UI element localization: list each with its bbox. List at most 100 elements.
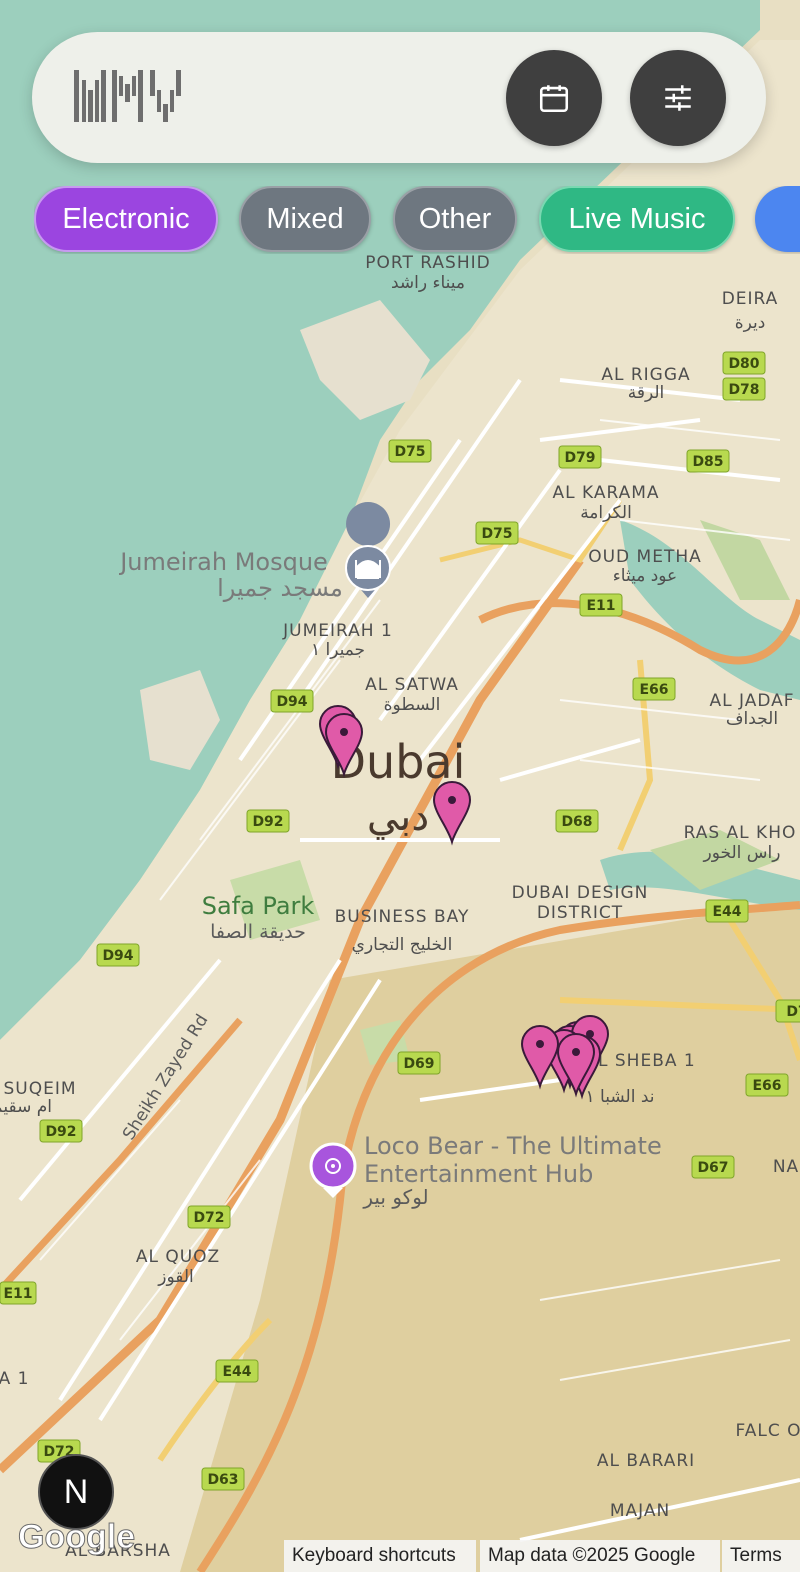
genre-filter-chips: Electronic Mixed Other Live Music (34, 186, 800, 254)
road-badge: D92 (39, 1119, 83, 1143)
area-label: DISTRICT (537, 903, 623, 923)
area-label: MAJAN (610, 1501, 670, 1521)
road-badge: D85 (686, 449, 730, 473)
road-badge: D92 (246, 809, 290, 833)
road-badge: D94 (270, 689, 314, 713)
event-pin-dot (536, 1040, 544, 1048)
road-badge: D68 (555, 809, 599, 833)
poi-label-ar: لوكو بير (362, 1185, 428, 1209)
svg-text:D92: D92 (45, 1124, 76, 1140)
road-badge: D63 (201, 1467, 245, 1491)
road-badge: D7 (775, 999, 800, 1023)
map-data-attribution: Map data ©2025 Google (480, 1540, 720, 1572)
top-bar (32, 32, 766, 163)
svg-text:D63: D63 (207, 1472, 238, 1488)
area-label-ar: القوز (157, 1267, 194, 1287)
svg-text:D75: D75 (394, 444, 425, 460)
terms-link[interactable]: Terms (722, 1540, 800, 1572)
area-label: JUMEIRAH 1 (282, 621, 393, 641)
svg-text:D75: D75 (481, 526, 512, 542)
area-label-ar: ام سقيم (0, 1097, 52, 1117)
road-badge: E44 (215, 1359, 259, 1383)
city-label-ar: دبي (367, 794, 429, 840)
area-label: AL KARAMA (552, 483, 659, 503)
road-badge: D69 (397, 1051, 441, 1075)
road-badge: E66 (745, 1073, 789, 1097)
svg-text:D94: D94 (102, 948, 133, 964)
area-label-ar: الخليج التجاري (352, 935, 453, 955)
calendar-icon (539, 85, 569, 113)
chip-mixed[interactable]: Mixed (239, 186, 371, 252)
svg-text:D67: D67 (697, 1160, 728, 1176)
area-label-ar: ند الشبا ١ (586, 1087, 655, 1107)
area-label: DUBAI DESIGN (512, 883, 649, 903)
road-badge: D75 (475, 521, 519, 545)
svg-text:D78: D78 (728, 382, 759, 398)
svg-text:E66: E66 (639, 682, 668, 698)
road-badge: D80 (722, 351, 766, 375)
svg-text:E11: E11 (3, 1286, 32, 1302)
event-pin-dot (572, 1048, 580, 1056)
area-label: A 1 (0, 1369, 29, 1389)
event-pin-dot (448, 796, 456, 804)
svg-text:E66: E66 (752, 1078, 781, 1094)
svg-text:E44: E44 (222, 1364, 251, 1380)
svg-text:D79: D79 (564, 450, 595, 466)
chip-other[interactable]: Other (393, 186, 517, 252)
road-badge: E66 (632, 677, 676, 701)
svg-text:D85: D85 (692, 454, 723, 470)
svg-text:E44: E44 (712, 904, 741, 920)
area-label: FALC OF W (736, 1421, 800, 1441)
area-label: RAS AL KHO (684, 823, 797, 843)
area-label: DEIRA (722, 289, 779, 309)
area-label-ar: السطوة (384, 695, 441, 715)
chip-live-music[interactable]: Live Music (539, 186, 735, 252)
area-label: SUQEIM (3, 1079, 76, 1099)
road-badge: D67 (691, 1155, 735, 1179)
area-label: AL RIGGA (601, 365, 690, 385)
svg-text:D92: D92 (252, 814, 283, 830)
svg-text:D80: D80 (728, 356, 759, 372)
area-label: PORT RASHID (365, 253, 490, 273)
poi-label-ar: حديقة الصفا (210, 921, 306, 943)
road-badge: D78 (722, 377, 766, 401)
svg-text:E11: E11 (586, 598, 615, 614)
area-label-ar: ديرة (735, 313, 766, 333)
svg-text:D7: D7 (786, 1004, 800, 1020)
area-label: AL JADAF (709, 691, 794, 711)
road-badge: E44 (705, 899, 749, 923)
area-label: OUD METHA (588, 547, 702, 567)
sliders-icon (665, 85, 691, 111)
app-logo (74, 70, 181, 122)
svg-text:D69: D69 (403, 1056, 434, 1072)
poi-label-ar: مسجد جميرا (217, 574, 343, 602)
poi-label[interactable]: Entertainment Hub (364, 1160, 593, 1188)
svg-text:D72: D72 (193, 1210, 224, 1226)
filter-button[interactable] (630, 50, 726, 146)
keyboard-shortcuts-link[interactable]: Keyboard shortcuts (284, 1540, 476, 1572)
area-label: AL BARARI (597, 1451, 695, 1471)
area-label-ar: عود ميثاء (613, 566, 677, 586)
poi-label[interactable]: Loco Bear - The Ultimate (364, 1132, 662, 1160)
area-label: AL SATWA (365, 675, 459, 695)
area-label-ar: راس الخور (703, 843, 781, 863)
road-badge: D94 (96, 943, 140, 967)
area-label: NA (773, 1157, 799, 1177)
svg-text:D94: D94 (276, 694, 307, 710)
area-label: AL QUOZ (136, 1247, 220, 1267)
area-label-ar: الجداف (726, 709, 778, 729)
road-badge: D72 (187, 1205, 231, 1229)
area-label-ar: ميناء راشد (391, 273, 465, 293)
poi-label[interactable]: Safa Park (202, 892, 315, 920)
svg-text:D68: D68 (561, 814, 592, 830)
chip-electronic[interactable]: Electronic (34, 186, 218, 252)
road-badge: E11 (579, 593, 623, 617)
poi-label[interactable]: Jumeirah Mosque (118, 548, 328, 576)
chip-more[interactable] (755, 186, 800, 252)
calendar-button[interactable] (506, 50, 602, 146)
area-label-ar: جميرا ١ (311, 640, 365, 660)
event-pin-dot (340, 728, 348, 736)
google-logo: Google (17, 1518, 136, 1557)
area-label-ar: الرقة (628, 383, 665, 403)
area-label-ar: الكرامة (580, 503, 632, 523)
